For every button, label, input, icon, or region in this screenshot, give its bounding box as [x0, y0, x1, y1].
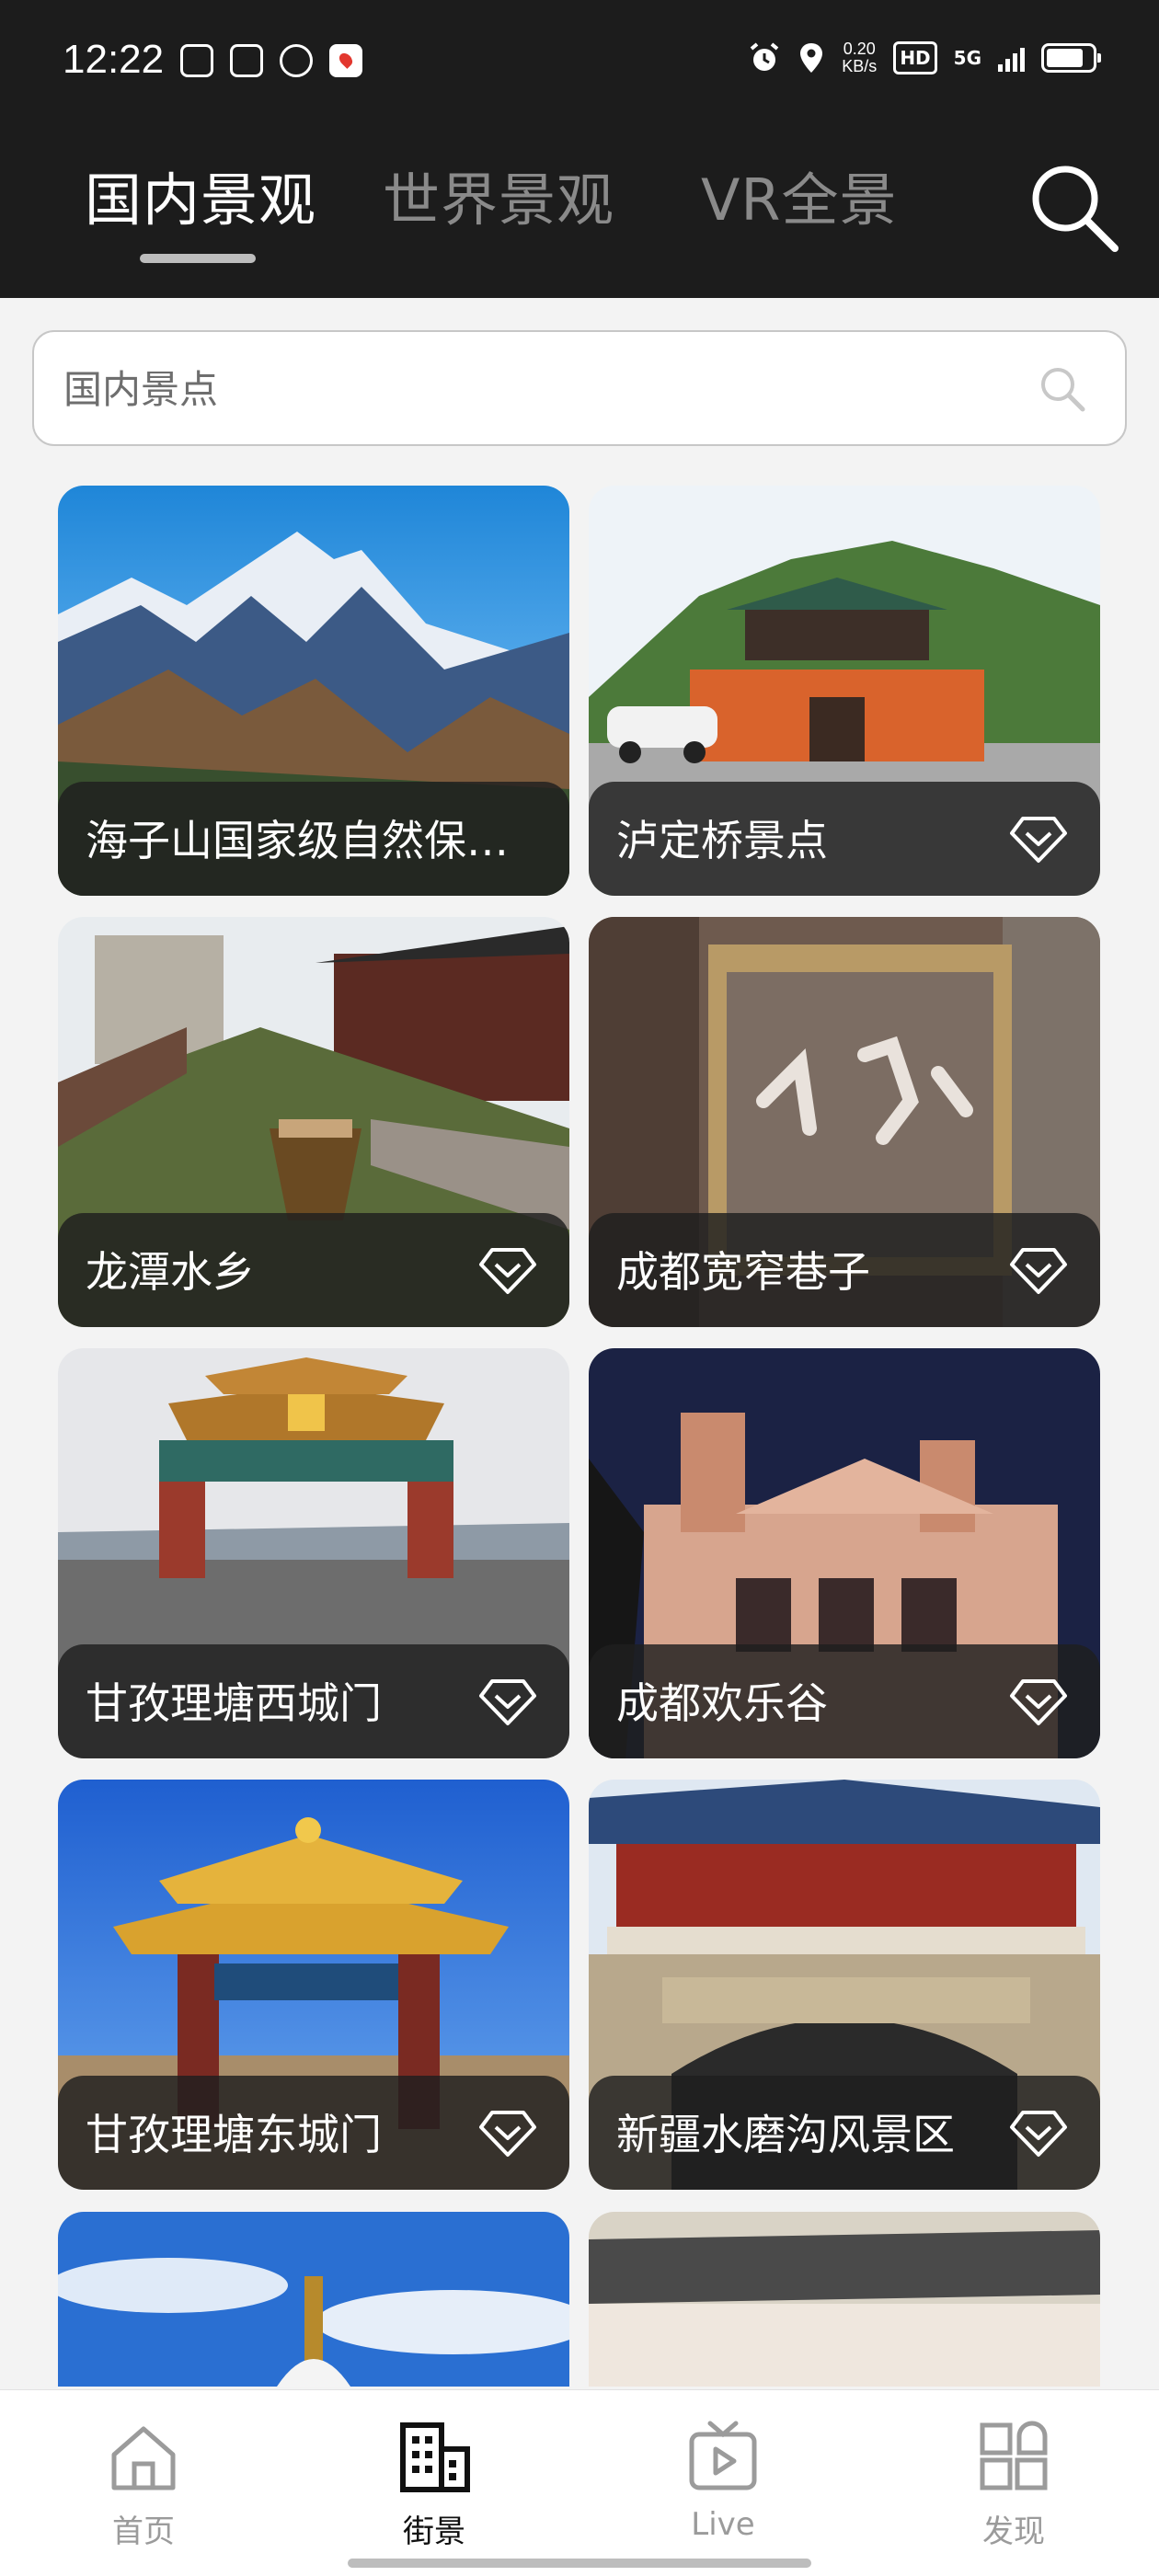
favorite-icon[interactable]	[1008, 813, 1069, 864]
tab-world[interactable]: 世界景观	[383, 164, 614, 237]
net-speed: 0.20 KB/s	[842, 40, 877, 75]
spot-card[interactable]: 成都欢乐谷	[589, 1348, 1100, 1758]
nav-home[interactable]: 首页	[61, 2418, 226, 2565]
search-icon[interactable]	[1023, 156, 1124, 258]
tab-vr[interactable]: VR全景	[701, 164, 898, 237]
bottom-nav: 首页 街景 Live 发现	[0, 2389, 1159, 2576]
favorite-icon[interactable]	[477, 1244, 538, 1296]
spot-card[interactable]: 泸定桥景点	[589, 486, 1100, 896]
signal-icon	[998, 44, 1025, 72]
alarm-icon	[751, 42, 779, 71]
spot-title: 甘孜理塘西城门	[86, 1678, 382, 1728]
nav-streetview[interactable]: 街景	[351, 2418, 517, 2565]
tv-play-icon	[689, 2421, 757, 2490]
spot-image	[58, 2212, 569, 2387]
app-notification-icon	[180, 44, 213, 77]
favorite-icon[interactable]	[1008, 1676, 1069, 1727]
spot-card[interactable]: 甘孜理塘西城门	[58, 1348, 569, 1758]
spot-card[interactable]: 成都宽窄巷子	[589, 917, 1100, 1327]
hd-badge: HD	[893, 41, 937, 74]
spot-card[interactable]: 甘孜理塘东城门	[58, 1780, 569, 2190]
buildings-icon	[400, 2422, 470, 2492]
nav-label: Live	[691, 2506, 755, 2543]
nav-live[interactable]: Live	[640, 2418, 806, 2565]
spot-title: 新疆水磨沟风景区	[616, 2110, 955, 2159]
spot-title: 龙潭水乡	[86, 1247, 255, 1297]
search-box	[32, 330, 1127, 446]
discover-grid-icon	[980, 2421, 1048, 2490]
spot-title: 泸定桥景点	[616, 816, 828, 865]
net-speed-unit: KB/s	[842, 57, 878, 75]
mail-notification-icon	[230, 44, 263, 77]
spot-image	[589, 2212, 1100, 2387]
spot-card[interactable]: 龙潭水乡	[58, 917, 569, 1327]
nav-label: 发现	[982, 2513, 1045, 2550]
spot-card-partial[interactable]	[58, 2212, 569, 2387]
home-indicator[interactable]	[348, 2559, 811, 2568]
home-icon	[111, 2426, 176, 2490]
spot-title: 成都欢乐谷	[616, 1678, 828, 1728]
spot-card[interactable]: 海子山国家级自然保护区	[58, 486, 569, 896]
favorite-icon[interactable]	[1008, 1244, 1069, 1296]
search-field-icon[interactable]	[1037, 363, 1088, 415]
spot-card-partial[interactable]	[589, 2212, 1100, 2387]
favorite-icon[interactable]	[477, 2107, 538, 2158]
spot-card[interactable]: 新疆水磨沟风景区	[589, 1780, 1100, 2190]
top-bar: 12:22 0.20 KB/s HD 5G 国内景观 世界景观 VR全景	[0, 0, 1159, 298]
nav-discover[interactable]: 发现	[931, 2418, 1096, 2565]
spot-title: 成都宽窄巷子	[616, 1247, 870, 1297]
system-icons: 0.20 KB/s HD 5G	[748, 40, 1101, 75]
favorite-icon[interactable]	[1008, 2107, 1069, 2158]
location-icon	[800, 43, 823, 73]
tab-domestic[interactable]: 国内景观	[85, 164, 316, 237]
spot-title: 海子山国家级自然保护区	[86, 816, 527, 865]
active-tab-indicator	[140, 254, 256, 263]
nav-label: 首页	[112, 2513, 175, 2550]
status-time: 12:22	[63, 37, 165, 82]
battery-icon	[1041, 43, 1101, 73]
net-speed-value: 0.20	[843, 40, 876, 58]
spot-title: 甘孜理塘东城门	[86, 2110, 382, 2159]
notification-icons	[180, 44, 362, 77]
map-notification-icon	[329, 44, 362, 77]
nav-label: 街景	[403, 2513, 465, 2550]
favorite-icon[interactable]	[477, 1676, 538, 1727]
search-input[interactable]	[62, 332, 1031, 446]
link-notification-icon	[280, 44, 313, 77]
network-type: 5G	[953, 47, 981, 69]
